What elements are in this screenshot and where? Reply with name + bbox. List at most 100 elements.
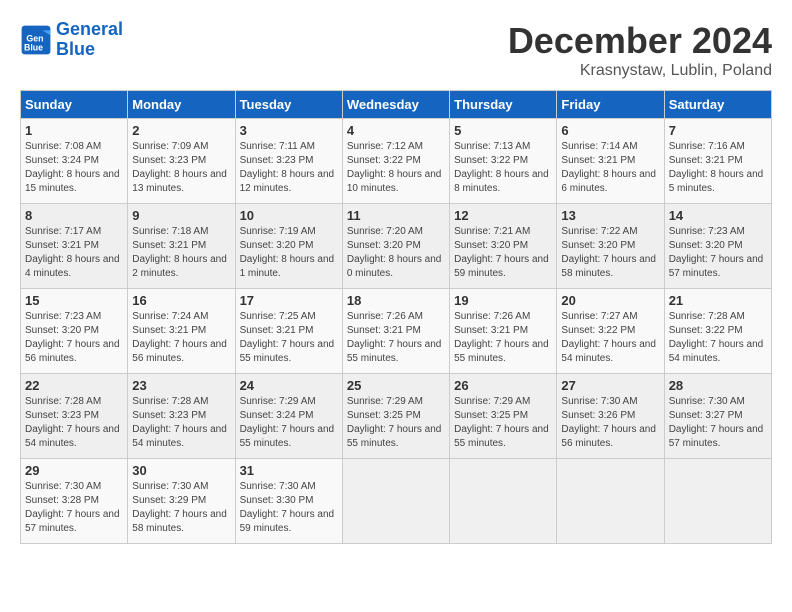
calendar-cell: 20 Sunrise: 7:27 AMSunset: 3:22 PMDaylig… <box>557 289 664 374</box>
calendar-cell: 3 Sunrise: 7:11 AMSunset: 3:23 PMDayligh… <box>235 119 342 204</box>
calendar-cell: 1 Sunrise: 7:08 AMSunset: 3:24 PMDayligh… <box>21 119 128 204</box>
day-info: Sunrise: 7:26 AMSunset: 3:21 PMDaylight:… <box>454 311 549 364</box>
calendar-cell: 8 Sunrise: 7:17 AMSunset: 3:21 PMDayligh… <box>21 204 128 289</box>
day-number: 23 <box>132 378 230 393</box>
logo-text: General Blue <box>56 20 123 60</box>
calendar-cell: 14 Sunrise: 7:23 AMSunset: 3:20 PMDaylig… <box>664 204 771 289</box>
calendar-week-2: 8 Sunrise: 7:17 AMSunset: 3:21 PMDayligh… <box>21 204 772 289</box>
day-info: Sunrise: 7:29 AMSunset: 3:25 PMDaylight:… <box>454 396 549 449</box>
day-info: Sunrise: 7:23 AMSunset: 3:20 PMDaylight:… <box>669 226 764 279</box>
day-number: 13 <box>561 208 659 223</box>
calendar-cell: 2 Sunrise: 7:09 AMSunset: 3:23 PMDayligh… <box>128 119 235 204</box>
calendar-cell: 18 Sunrise: 7:26 AMSunset: 3:21 PMDaylig… <box>342 289 449 374</box>
day-info: Sunrise: 7:29 AMSunset: 3:25 PMDaylight:… <box>347 396 442 449</box>
calendar-cell: 23 Sunrise: 7:28 AMSunset: 3:23 PMDaylig… <box>128 374 235 459</box>
day-info: Sunrise: 7:09 AMSunset: 3:23 PMDaylight:… <box>132 141 227 194</box>
day-info: Sunrise: 7:30 AMSunset: 3:26 PMDaylight:… <box>561 396 656 449</box>
day-info: Sunrise: 7:23 AMSunset: 3:20 PMDaylight:… <box>25 311 120 364</box>
calendar-week-5: 29 Sunrise: 7:30 AMSunset: 3:28 PMDaylig… <box>21 459 772 544</box>
day-info: Sunrise: 7:30 AMSunset: 3:27 PMDaylight:… <box>669 396 764 449</box>
day-number: 17 <box>240 293 338 308</box>
day-number: 27 <box>561 378 659 393</box>
calendar-cell: 16 Sunrise: 7:24 AMSunset: 3:21 PMDaylig… <box>128 289 235 374</box>
calendar-cell: 31 Sunrise: 7:30 AMSunset: 3:30 PMDaylig… <box>235 459 342 544</box>
calendar-cell: 26 Sunrise: 7:29 AMSunset: 3:25 PMDaylig… <box>450 374 557 459</box>
calendar-cell: 19 Sunrise: 7:26 AMSunset: 3:21 PMDaylig… <box>450 289 557 374</box>
day-info: Sunrise: 7:20 AMSunset: 3:20 PMDaylight:… <box>347 226 442 279</box>
day-number: 18 <box>347 293 445 308</box>
calendar-cell: 27 Sunrise: 7:30 AMSunset: 3:26 PMDaylig… <box>557 374 664 459</box>
calendar-cell <box>664 459 771 544</box>
calendar-week-1: 1 Sunrise: 7:08 AMSunset: 3:24 PMDayligh… <box>21 119 772 204</box>
calendar-cell: 7 Sunrise: 7:16 AMSunset: 3:21 PMDayligh… <box>664 119 771 204</box>
day-number: 21 <box>669 293 767 308</box>
day-number: 26 <box>454 378 552 393</box>
day-number: 3 <box>240 123 338 138</box>
title-section: December 2024 Krasnystaw, Lublin, Poland <box>508 20 772 80</box>
day-info: Sunrise: 7:29 AMSunset: 3:24 PMDaylight:… <box>240 396 335 449</box>
calendar-cell: 30 Sunrise: 7:30 AMSunset: 3:29 PMDaylig… <box>128 459 235 544</box>
logo-line2: Blue <box>56 39 95 59</box>
day-number: 16 <box>132 293 230 308</box>
header-day-friday: Friday <box>557 91 664 119</box>
day-info: Sunrise: 7:16 AMSunset: 3:21 PMDaylight:… <box>669 141 764 194</box>
calendar-cell: 6 Sunrise: 7:14 AMSunset: 3:21 PMDayligh… <box>557 119 664 204</box>
day-number: 2 <box>132 123 230 138</box>
day-number: 28 <box>669 378 767 393</box>
calendar-cell: 25 Sunrise: 7:29 AMSunset: 3:25 PMDaylig… <box>342 374 449 459</box>
calendar-cell: 5 Sunrise: 7:13 AMSunset: 3:22 PMDayligh… <box>450 119 557 204</box>
calendar-header: SundayMondayTuesdayWednesdayThursdayFrid… <box>21 91 772 119</box>
calendar-cell: 4 Sunrise: 7:12 AMSunset: 3:22 PMDayligh… <box>342 119 449 204</box>
calendar-cell: 29 Sunrise: 7:30 AMSunset: 3:28 PMDaylig… <box>21 459 128 544</box>
month-title: December 2024 <box>508 20 772 62</box>
day-number: 29 <box>25 463 123 478</box>
day-info: Sunrise: 7:26 AMSunset: 3:21 PMDaylight:… <box>347 311 442 364</box>
day-info: Sunrise: 7:18 AMSunset: 3:21 PMDaylight:… <box>132 226 227 279</box>
header-day-sunday: Sunday <box>21 91 128 119</box>
header-row: SundayMondayTuesdayWednesdayThursdayFrid… <box>21 91 772 119</box>
location-title: Krasnystaw, Lublin, Poland <box>508 62 772 80</box>
calendar-week-4: 22 Sunrise: 7:28 AMSunset: 3:23 PMDaylig… <box>21 374 772 459</box>
calendar-cell: 24 Sunrise: 7:29 AMSunset: 3:24 PMDaylig… <box>235 374 342 459</box>
day-number: 8 <box>25 208 123 223</box>
header-day-monday: Monday <box>128 91 235 119</box>
calendar-cell: 28 Sunrise: 7:30 AMSunset: 3:27 PMDaylig… <box>664 374 771 459</box>
day-number: 1 <box>25 123 123 138</box>
day-info: Sunrise: 7:30 AMSunset: 3:29 PMDaylight:… <box>132 481 227 534</box>
day-number: 5 <box>454 123 552 138</box>
day-info: Sunrise: 7:13 AMSunset: 3:22 PMDaylight:… <box>454 141 549 194</box>
day-number: 9 <box>132 208 230 223</box>
day-info: Sunrise: 7:24 AMSunset: 3:21 PMDaylight:… <box>132 311 227 364</box>
day-number: 19 <box>454 293 552 308</box>
header: Gen Blue General Blue December 2024 Kras… <box>20 20 772 80</box>
header-day-tuesday: Tuesday <box>235 91 342 119</box>
day-info: Sunrise: 7:30 AMSunset: 3:28 PMDaylight:… <box>25 481 120 534</box>
day-number: 4 <box>347 123 445 138</box>
calendar-cell <box>450 459 557 544</box>
day-info: Sunrise: 7:28 AMSunset: 3:23 PMDaylight:… <box>132 396 227 449</box>
day-number: 30 <box>132 463 230 478</box>
header-day-saturday: Saturday <box>664 91 771 119</box>
day-info: Sunrise: 7:22 AMSunset: 3:20 PMDaylight:… <box>561 226 656 279</box>
header-day-wednesday: Wednesday <box>342 91 449 119</box>
day-number: 20 <box>561 293 659 308</box>
day-number: 12 <box>454 208 552 223</box>
calendar-cell: 10 Sunrise: 7:19 AMSunset: 3:20 PMDaylig… <box>235 204 342 289</box>
logo: Gen Blue General Blue <box>20 20 123 60</box>
day-info: Sunrise: 7:14 AMSunset: 3:21 PMDaylight:… <box>561 141 656 194</box>
calendar-cell: 13 Sunrise: 7:22 AMSunset: 3:20 PMDaylig… <box>557 204 664 289</box>
calendar-cell: 22 Sunrise: 7:28 AMSunset: 3:23 PMDaylig… <box>21 374 128 459</box>
day-info: Sunrise: 7:28 AMSunset: 3:23 PMDaylight:… <box>25 396 120 449</box>
calendar-cell: 12 Sunrise: 7:21 AMSunset: 3:20 PMDaylig… <box>450 204 557 289</box>
day-info: Sunrise: 7:28 AMSunset: 3:22 PMDaylight:… <box>669 311 764 364</box>
day-info: Sunrise: 7:27 AMSunset: 3:22 PMDaylight:… <box>561 311 656 364</box>
day-info: Sunrise: 7:30 AMSunset: 3:30 PMDaylight:… <box>240 481 335 534</box>
calendar-cell <box>342 459 449 544</box>
day-number: 22 <box>25 378 123 393</box>
logo-icon: Gen Blue <box>20 24 52 56</box>
day-number: 31 <box>240 463 338 478</box>
day-info: Sunrise: 7:17 AMSunset: 3:21 PMDaylight:… <box>25 226 120 279</box>
calendar-body: 1 Sunrise: 7:08 AMSunset: 3:24 PMDayligh… <box>21 119 772 544</box>
day-info: Sunrise: 7:11 AMSunset: 3:23 PMDaylight:… <box>240 141 335 194</box>
day-number: 15 <box>25 293 123 308</box>
